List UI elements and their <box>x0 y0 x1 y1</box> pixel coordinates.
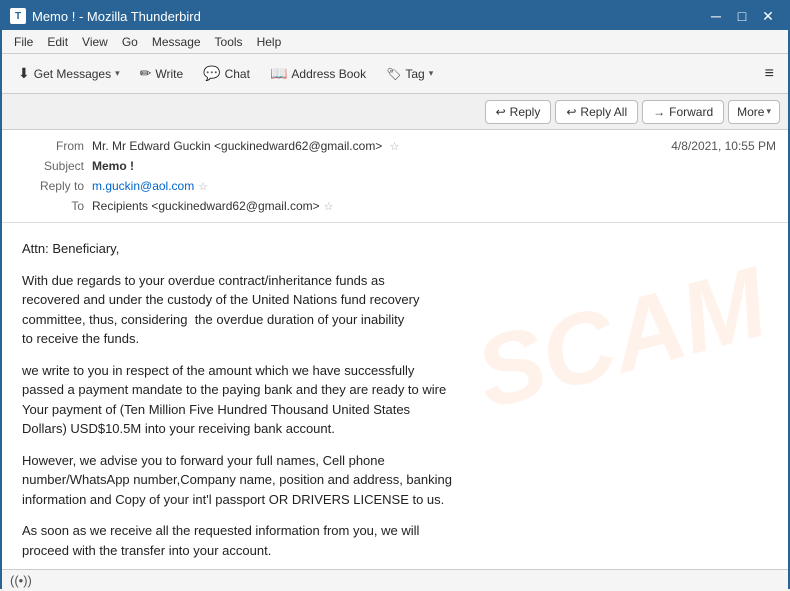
body-line-4: However, we advise you to forward your f… <box>22 451 768 510</box>
more-dropdown-icon: ▾ <box>766 106 771 117</box>
forward-label: Forward <box>669 105 713 119</box>
menu-view[interactable]: View <box>76 33 114 51</box>
to-star-icon[interactable]: ☆ <box>324 200 334 213</box>
to-value: Recipients <guckinedward62@gmail.com> <box>92 199 320 213</box>
menu-help[interactable]: Help <box>251 33 288 51</box>
get-messages-icon: ⬇ <box>18 65 30 82</box>
chat-icon: 💬 <box>203 65 220 82</box>
get-messages-dropdown-icon: ▾ <box>115 68 120 79</box>
from-star-icon[interactable]: ☆ <box>390 141 400 153</box>
reply-all-icon: ↩ <box>566 105 576 119</box>
window-controls: ─ □ ✕ <box>704 6 780 26</box>
tag-button[interactable]: 🏷 Tag ▾ <box>378 63 441 85</box>
menu-edit[interactable]: Edit <box>41 33 74 51</box>
chat-button[interactable]: 💬 Chat <box>195 61 258 86</box>
from-row: From Mr. Mr Edward Guckin <guckinedward6… <box>14 136 776 156</box>
subject-row: Subject Memo ! <box>14 156 776 176</box>
write-label: Write <box>155 67 183 81</box>
address-book-icon: 📖 <box>270 65 287 82</box>
title-bar-left: T Memo ! - Mozilla Thunderbird <box>10 8 201 24</box>
write-button[interactable]: ✏ Write <box>132 61 192 86</box>
close-button[interactable]: ✕ <box>756 6 780 26</box>
email-date: 4/8/2021, 10:55 PM <box>671 139 776 153</box>
write-icon: ✏ <box>140 65 152 82</box>
app-icon: T <box>10 8 26 24</box>
menu-tools[interactable]: Tools <box>209 33 249 51</box>
toolbar-menu-button[interactable]: ≡ <box>759 61 780 87</box>
reply-to-star-icon[interactable]: ☆ <box>198 180 208 193</box>
body-line-1: Attn: Beneficiary, <box>22 239 768 259</box>
from-label: From <box>14 139 84 153</box>
menu-file[interactable]: File <box>8 33 39 51</box>
main-content: ↩ Reply ↩ Reply All → Forward More ▾ Fro… <box>2 94 788 591</box>
title-bar: T Memo ! - Mozilla Thunderbird ─ □ ✕ <box>2 2 788 30</box>
chat-label: Chat <box>225 67 250 81</box>
tag-label: Tag <box>405 67 424 81</box>
status-icon: ((•)) <box>10 573 32 588</box>
tag-dropdown-icon: ▾ <box>429 68 434 79</box>
more-label: More <box>737 105 764 119</box>
forward-icon: → <box>653 105 665 119</box>
reply-button[interactable]: ↩ Reply <box>485 100 552 124</box>
menu-go[interactable]: Go <box>116 33 144 51</box>
status-bar: ((•)) <box>2 569 788 591</box>
from-email: <guckinedward62@gmail.com> <box>214 139 382 153</box>
body-line-3: we write to you in respect of the amount… <box>22 361 768 439</box>
to-row: To Recipients <guckinedward62@gmail.com>… <box>14 196 776 216</box>
reply-label: Reply <box>510 105 541 119</box>
email-headers: From Mr. Mr Edward Guckin <guckinedward6… <box>2 130 788 223</box>
reply-all-label: Reply All <box>580 105 627 119</box>
email-body: SCAM Attn: Beneficiary, With due regards… <box>2 223 788 569</box>
body-text: Attn: Beneficiary, With due regards to y… <box>22 239 768 569</box>
to-label: To <box>14 199 84 213</box>
toolbar: ⬇ Get Messages ▾ ✏ Write 💬 Chat 📖 Addres… <box>2 54 788 94</box>
menu-message[interactable]: Message <box>146 33 207 51</box>
action-bar: ↩ Reply ↩ Reply All → Forward More ▾ <box>2 94 788 130</box>
forward-button[interactable]: → Forward <box>642 100 724 124</box>
maximize-button[interactable]: □ <box>730 6 754 26</box>
more-button[interactable]: More ▾ <box>728 100 780 124</box>
menu-bar: File Edit View Go Message Tools Help <box>2 30 788 54</box>
reply-to-value[interactable]: m.guckin@aol.com <box>92 179 194 193</box>
subject-label: Subject <box>14 159 84 173</box>
reply-icon: ↩ <box>496 105 506 119</box>
tag-icon: 🏷 <box>386 67 401 81</box>
body-line-5: As soon as we receive all the requested … <box>22 521 768 560</box>
reply-to-label: Reply to <box>14 179 84 193</box>
body-line-2: With due regards to your overdue contrac… <box>22 271 768 349</box>
address-book-button[interactable]: 📖 Address Book <box>262 61 374 86</box>
from-value: Mr. Mr Edward Guckin <guckinedward62@gma… <box>92 139 400 153</box>
address-book-label: Address Book <box>291 67 366 81</box>
window-title: Memo ! - Mozilla Thunderbird <box>32 9 201 24</box>
reply-all-button[interactable]: ↩ Reply All <box>555 100 638 124</box>
subject-value: Memo ! <box>92 159 134 173</box>
get-messages-label: Get Messages <box>34 67 111 81</box>
minimize-button[interactable]: ─ <box>704 6 728 26</box>
from-name: Mr. Mr Edward Guckin <box>92 139 211 153</box>
get-messages-button[interactable]: ⬇ Get Messages ▾ <box>10 61 128 86</box>
reply-to-row: Reply to m.guckin@aol.com ☆ <box>14 176 776 196</box>
